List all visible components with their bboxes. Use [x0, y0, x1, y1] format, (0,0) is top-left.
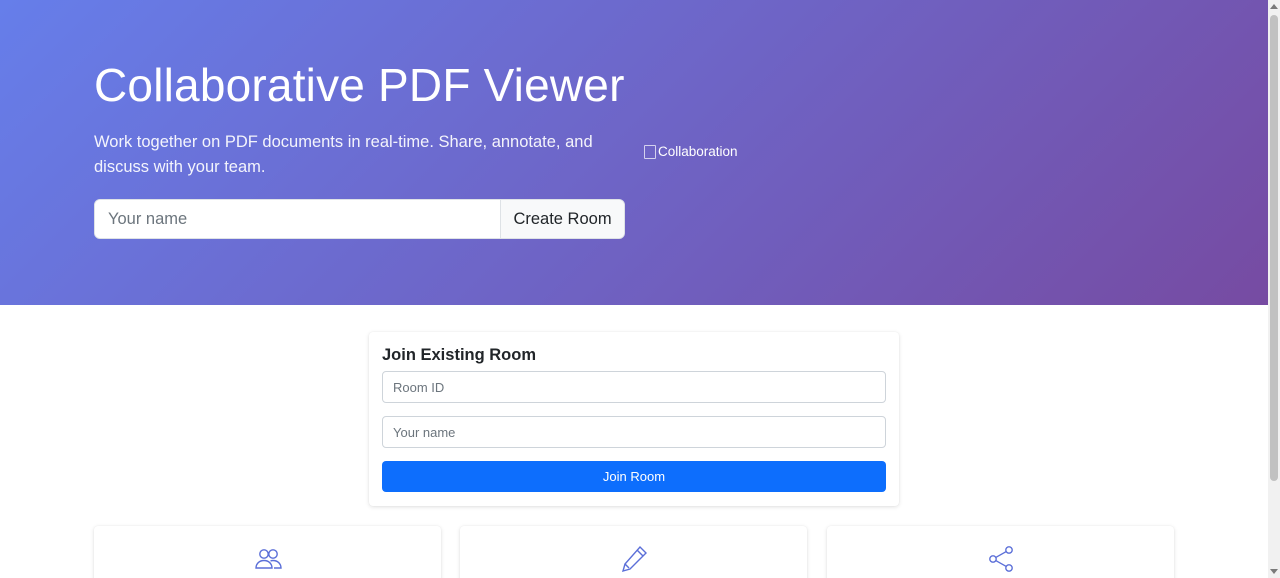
scroll-down-arrow-icon[interactable] — [1270, 569, 1278, 574]
feature-card-annotate — [460, 526, 807, 578]
page-scrollbar[interactable] — [1268, 0, 1280, 578]
hero-section: Collaborative PDF Viewer Work together o… — [0, 0, 1268, 305]
share-icon — [988, 546, 1013, 572]
feature-card-collaborate — [94, 526, 441, 578]
hero-subtitle: Work together on PDF documents in real-t… — [94, 133, 593, 176]
collaboration-image-alt: Collaboration — [658, 144, 738, 159]
collaboration-image: Collaboration — [644, 144, 738, 159]
scroll-thumb[interactable] — [1270, 15, 1278, 481]
people-icon — [254, 549, 282, 569]
join-room-button[interactable]: Join Room — [382, 461, 886, 492]
room-id-input[interactable] — [382, 371, 886, 403]
create-room-button[interactable]: Create Room — [500, 200, 624, 238]
join-room-card: Join Existing Room Join Room — [369, 332, 899, 506]
join-room-title: Join Existing Room — [382, 346, 537, 364]
create-name-input[interactable] — [95, 200, 500, 238]
feature-card-share — [827, 526, 1174, 578]
page-title: Collaborative PDF Viewer — [94, 59, 625, 111]
broken-image-icon — [644, 144, 656, 159]
join-name-input[interactable] — [382, 416, 886, 448]
pencil-icon — [621, 545, 647, 573]
create-room-form: Create Room — [94, 199, 625, 239]
scroll-up-arrow-icon[interactable] — [1270, 4, 1278, 9]
